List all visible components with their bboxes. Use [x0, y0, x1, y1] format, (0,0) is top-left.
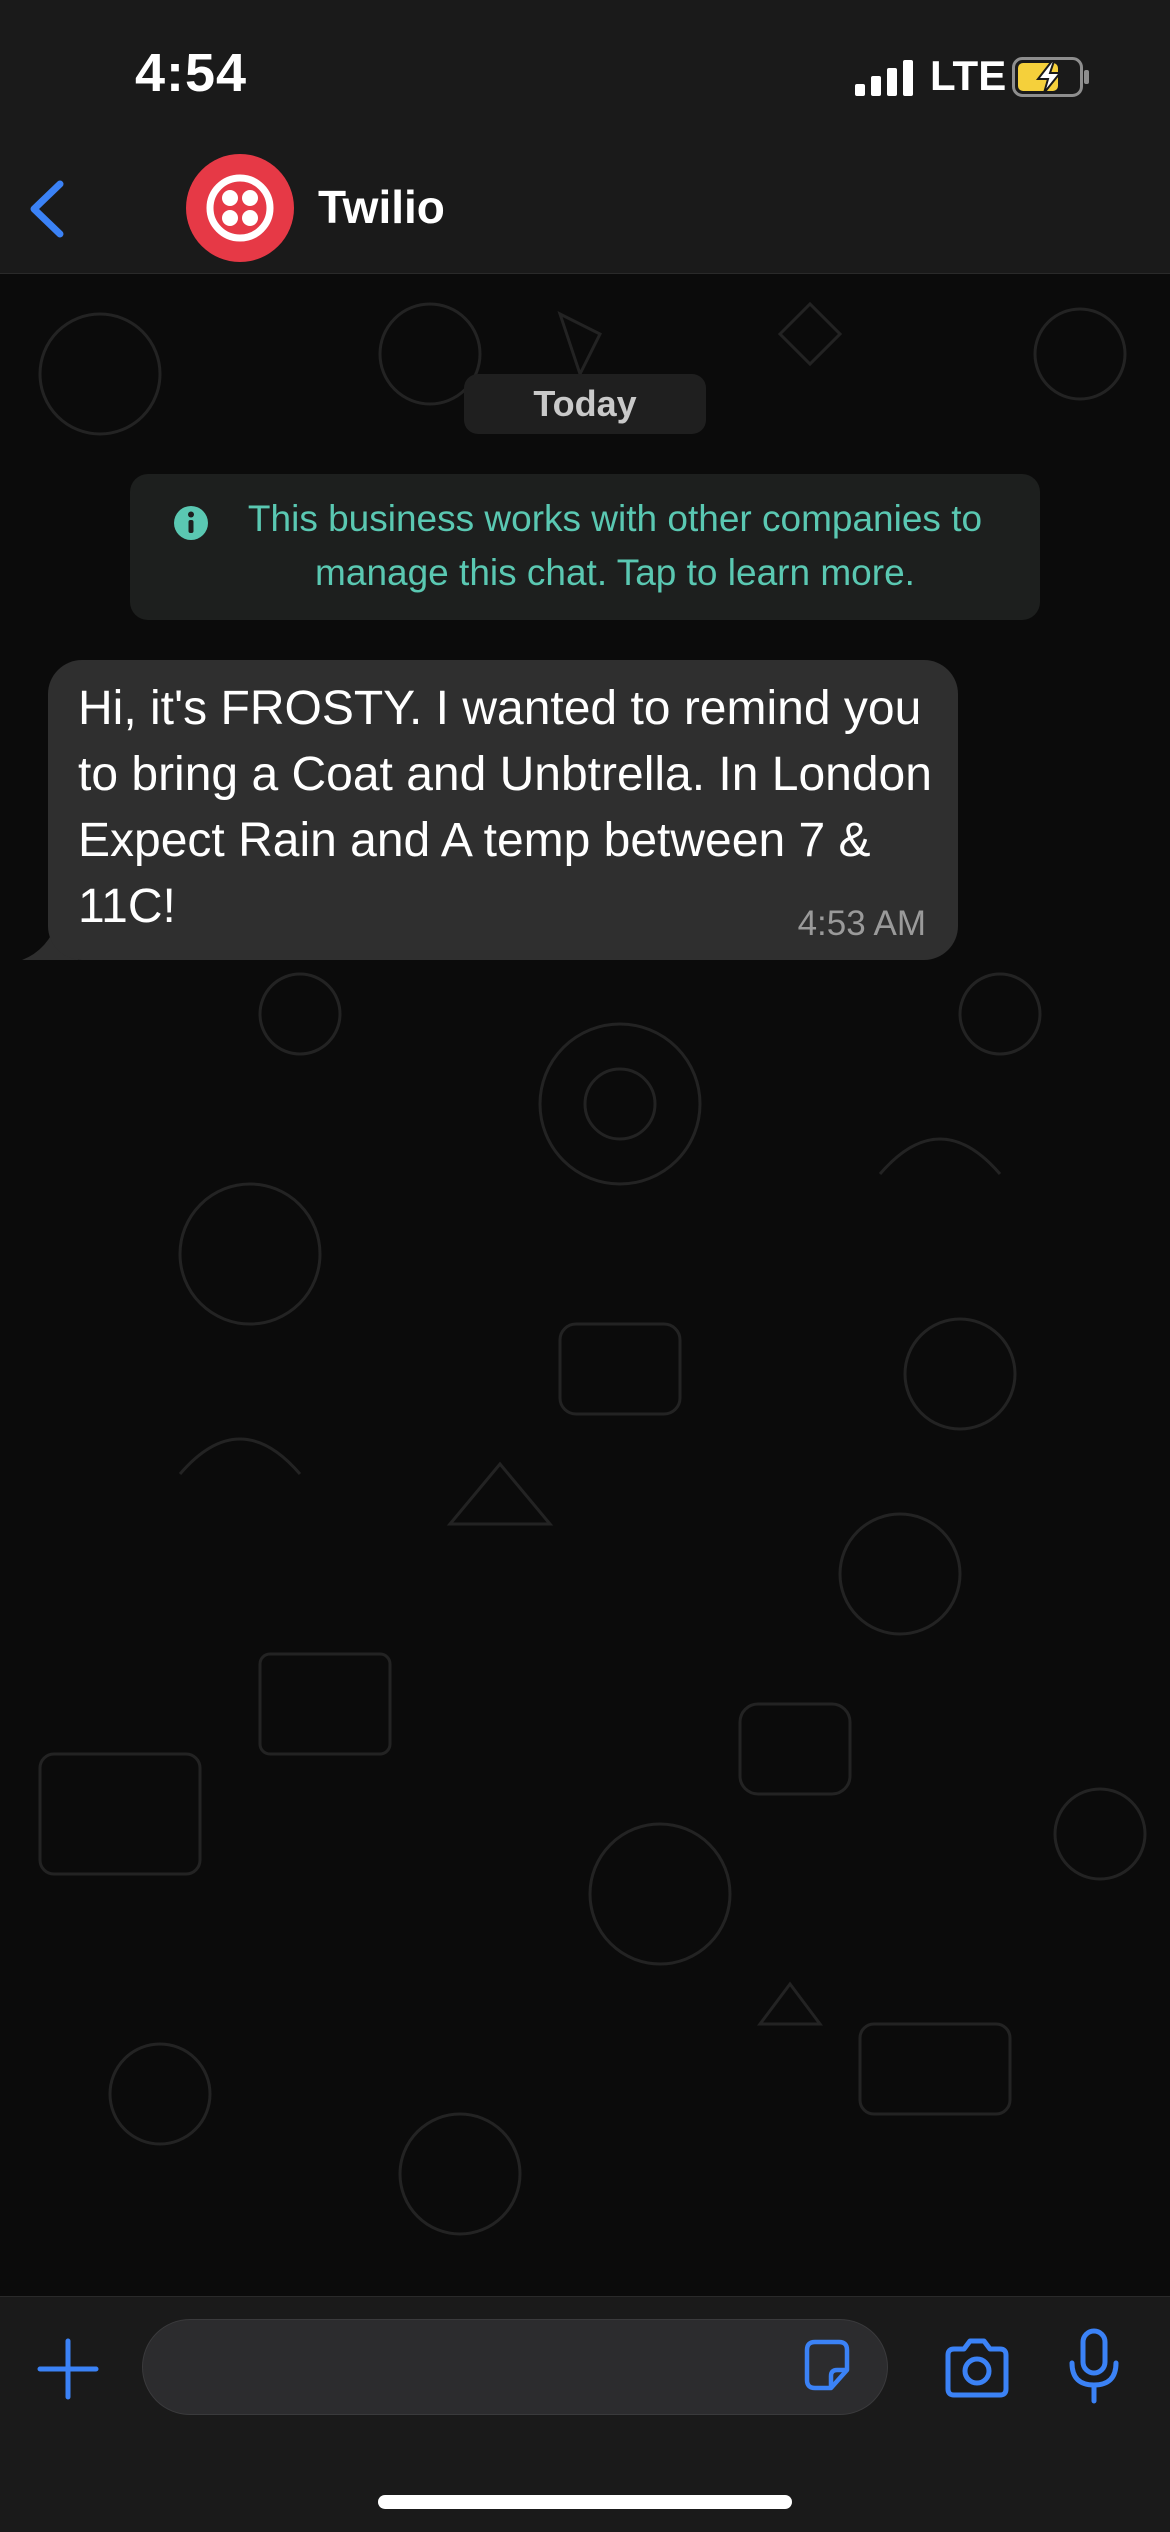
microphone-icon[interactable] [1064, 2327, 1124, 2407]
sticker-icon[interactable] [797, 2336, 857, 2396]
chat-header: Twilio [0, 150, 1170, 274]
message-input-field[interactable] [142, 2319, 888, 2415]
message-input[interactable] [173, 2340, 773, 2396]
network-type: LTE [930, 52, 1007, 99]
info-icon [174, 506, 208, 540]
avatar[interactable] [186, 154, 294, 262]
message-text: Hi, it's FROSTY. I wanted to remind you … [78, 682, 932, 933]
business-notice[interactable]: This business works with other companies… [130, 474, 1040, 620]
signal-icon [855, 60, 913, 96]
back-chevron-icon[interactable] [20, 174, 80, 244]
input-bar [0, 2296, 1170, 2532]
message-timestamp: 4:53 AM [797, 904, 926, 943]
home-indicator[interactable] [378, 2495, 792, 2509]
status-bar: 4:54 LTE [0, 0, 1170, 150]
message-bubble[interactable]: Hi, it's FROSTY. I wanted to remind you … [48, 660, 958, 960]
battery-charging-icon [1012, 57, 1089, 97]
contact-name[interactable]: Twilio [318, 180, 445, 234]
notice-text: This business works with other companies… [247, 498, 983, 593]
camera-icon[interactable] [942, 2337, 1012, 2401]
status-time: 4:54 [135, 43, 248, 103]
plus-icon[interactable] [36, 2337, 100, 2401]
date-separator: Today [464, 374, 706, 434]
chat-area[interactable]: Today This business works with other com… [0, 274, 1170, 2296]
twilio-logo-icon [206, 174, 274, 242]
